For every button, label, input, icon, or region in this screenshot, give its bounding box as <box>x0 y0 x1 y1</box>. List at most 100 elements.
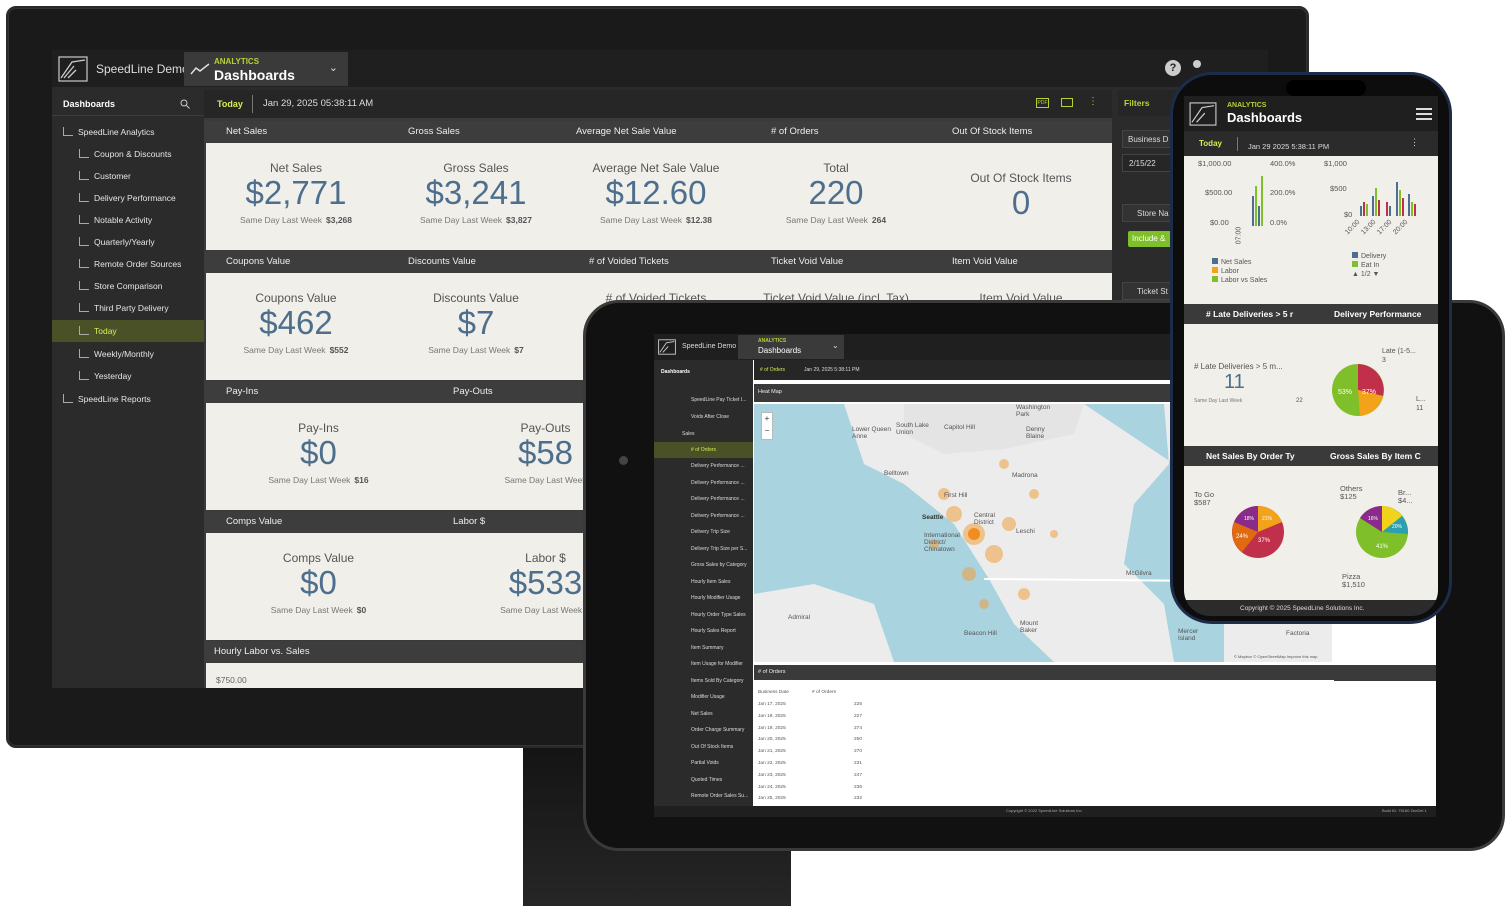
table-cell-date: Jan 22, 2025 <box>758 761 786 766</box>
kpi-value: $3,241 <box>425 174 527 211</box>
sidebar-item-third-party[interactable]: Third Party Delivery <box>79 297 169 319</box>
kpi-value: 220 <box>808 174 864 211</box>
x-tick: 17:00 <box>1376 218 1394 237</box>
legend-label: Eat In <box>1361 262 1380 269</box>
kpi-prev: $12.38 <box>686 215 713 225</box>
orders-table-header: # of Orders <box>754 665 1436 681</box>
tablet-crumb[interactable]: # of Orders <box>760 367 785 373</box>
sidebar-item-delivery[interactable]: Delivery Performance <box>79 187 176 209</box>
pie-pct: 37% <box>1258 538 1271 544</box>
late-prev: 22 <box>1296 398 1303 404</box>
pdf-icon[interactable]: PDF <box>1036 98 1049 108</box>
email-icon[interactable] <box>1061 98 1073 107</box>
kpi-net-sales[interactable]: Net Sales $2,771 Same Day Last Week $3,268 <box>206 161 386 225</box>
date-bar: Today Jan 29, 2025 05:38:11 AM PDF ⋮ <box>204 90 1112 118</box>
hamburger-menu-icon[interactable] <box>1416 108 1432 120</box>
kpi-title: Coupons Value <box>255 291 337 305</box>
legend-item: Labor vs Sales <box>1212 276 1267 285</box>
dashboard-icon <box>79 215 89 224</box>
header-ticket-void: Ticket Void Value <box>771 256 844 267</box>
chevron-down-icon[interactable]: ⌄ <box>832 341 839 350</box>
help-icon[interactable]: ? <box>1165 60 1181 76</box>
kpi-sub-label: Same Day Last Week <box>419 215 503 225</box>
chart2-legend: Delivery Eat In ▲ 1/2 ▼ <box>1352 252 1386 279</box>
map-label: Beacon Hill <box>964 630 997 637</box>
sidebar-group-reports[interactable]: SpeedLine Reports <box>63 388 151 410</box>
map-credit[interactable]: © Mapbox © OpenStreetMap Improve this ma… <box>1234 654 1318 659</box>
date-text: Jan 29, 2025 05:38:11 AM <box>263 98 374 109</box>
desktop-topbar: SpeedLine Demo ANALYTICS Dashboards ⌄ <box>52 50 1268 87</box>
pie-label: L... <box>1416 396 1426 403</box>
user-icon[interactable] <box>1193 60 1201 68</box>
kpi-discounts[interactable]: Discounts Value $7 Same Day Last Week $7 <box>386 291 566 355</box>
legend-pager[interactable]: ▲ 1/2 ▼ <box>1352 270 1386 279</box>
tablet-dashboards-menu[interactable]: ANALYTICS Dashboards ⌄ <box>738 335 844 359</box>
tab-title: Dashboards <box>214 67 295 83</box>
kpi-sub-label: Same Day Last Week <box>239 215 323 225</box>
sidebar-item-store[interactable]: Store Comparison <box>79 275 163 297</box>
folder-icon <box>63 127 73 136</box>
delivery-performance-pie[interactable]: 53% 37% <box>1330 362 1386 418</box>
kpi-pay-ins[interactable]: Pay-Ins $0 Same Day Last Week $16 <box>206 421 431 485</box>
kpi-orders[interactable]: Total 220 Same Day Last Week 264 <box>746 161 926 225</box>
header-delivery-performance: Delivery Performance <box>1334 309 1422 319</box>
kpi-prev: $0 <box>356 605 367 615</box>
y-tick: $1,000.00 <box>1198 159 1232 168</box>
tablet-item-orders[interactable]: # of Orders <box>654 442 753 458</box>
sidebar-item-quarterly[interactable]: Quarterly/Yearly <box>79 231 155 253</box>
gross-sales-item-pie[interactable]: 16% 20% 41% <box>1354 504 1410 560</box>
row1-cards: Net Sales $2,771 Same Day Last Week $3,268 … <box>206 143 1112 250</box>
more-menu-icon[interactable]: ⋮ <box>1088 96 1098 107</box>
kpi-avg-sale[interactable]: Average Net Sale Value $12.60 Same Day Las… <box>566 161 746 225</box>
pie-value: $587 <box>1194 498 1211 507</box>
y-tick: $0.00 <box>1210 218 1229 227</box>
dashboard-icon <box>79 303 89 312</box>
tablet-sidebar-title: Dashboards <box>661 369 690 375</box>
sidebar-item-today[interactable]: Today <box>52 320 204 342</box>
tablet-date: Jan 29, 2025 5:38:11 PM <box>804 367 860 373</box>
sidebar-item-notable[interactable]: Notable Activity <box>79 209 152 231</box>
header-avg-sale: Average Net Sale Value <box>576 126 677 137</box>
phone-today-tab[interactable]: Today <box>1199 139 1222 148</box>
sidebar-item-yesterday[interactable]: Yesterday <box>79 365 132 387</box>
kpi-title: Average Net Sale Value <box>592 161 720 175</box>
more-menu-icon[interactable]: ⋮ <box>1410 137 1419 148</box>
sidebar-item-label: Quarterly/Yearly <box>94 237 155 247</box>
orders-table: Business Date # of Orders <box>754 680 1334 810</box>
sidebar-item-coupon[interactable]: Coupon & Discounts <box>79 143 172 165</box>
pie-label: Late (1-5... <box>1382 348 1416 355</box>
map-label: Admiral <box>788 614 811 621</box>
sidebar-group-analytics[interactable]: SpeedLine Analytics <box>63 121 155 143</box>
chevron-down-icon[interactable]: ⌄ <box>329 61 338 74</box>
header-pay-outs: Pay-Outs <box>453 386 493 397</box>
legend-label: Labor <box>1221 268 1239 275</box>
speedline-logo-icon <box>1189 102 1217 126</box>
kpi-sub-label: Same Day Last Week <box>500 605 583 615</box>
header-out-of-stock: Out Of Stock Items <box>952 126 1033 137</box>
kpi-out-of-stock[interactable]: Out Of Stock Items 0 <box>931 171 1111 221</box>
folder-icon <box>63 394 73 403</box>
map-label: Central District <box>974 512 995 526</box>
kpi-title: Out Of Stock Items <box>970 171 1072 185</box>
kpi-gross-sales[interactable]: Gross Sales $3,241 Same Day Last Week $3,82… <box>386 161 566 225</box>
pie-pct: 18% <box>1244 516 1255 522</box>
sidebar-item-weekly[interactable]: Weekly/Monthly <box>79 343 154 365</box>
sidebar-item-label: Delivery Performance <box>94 193 176 203</box>
kpi-sub: Same Day Last Week $552 <box>206 345 386 355</box>
sidebar-item-remote[interactable]: Remote Order Sources <box>79 253 181 275</box>
zoom-controls[interactable]: + − <box>761 412 773 440</box>
include-button[interactable]: Include & <box>1128 231 1172 247</box>
tablet-app-name: SpeedLine Demo <box>682 343 737 350</box>
kpi-sub: Same Day Last Week $12.38 <box>566 215 746 225</box>
search-icon[interactable] <box>180 99 190 109</box>
today-tab[interactable]: Today <box>217 99 243 109</box>
map-label: Denny Blaine <box>1026 426 1045 440</box>
legend-item: Labor <box>1212 267 1267 276</box>
kpi-coupons[interactable]: Coupons Value $462 Same Day Last Week $552 <box>206 291 386 355</box>
kpi-comps[interactable]: Comps Value $0 Same Day Last Week $0 <box>206 551 431 615</box>
x-tick: 20:00 <box>1392 218 1410 237</box>
kpi-value: $2,771 <box>245 174 347 211</box>
dashboards-menu-button[interactable]: ANALYTICS Dashboards ⌄ <box>184 52 348 86</box>
net-sales-order-pie[interactable]: 18% 21% 24% 37% <box>1230 504 1286 560</box>
sidebar-item-customer[interactable]: Customer <box>79 165 131 187</box>
